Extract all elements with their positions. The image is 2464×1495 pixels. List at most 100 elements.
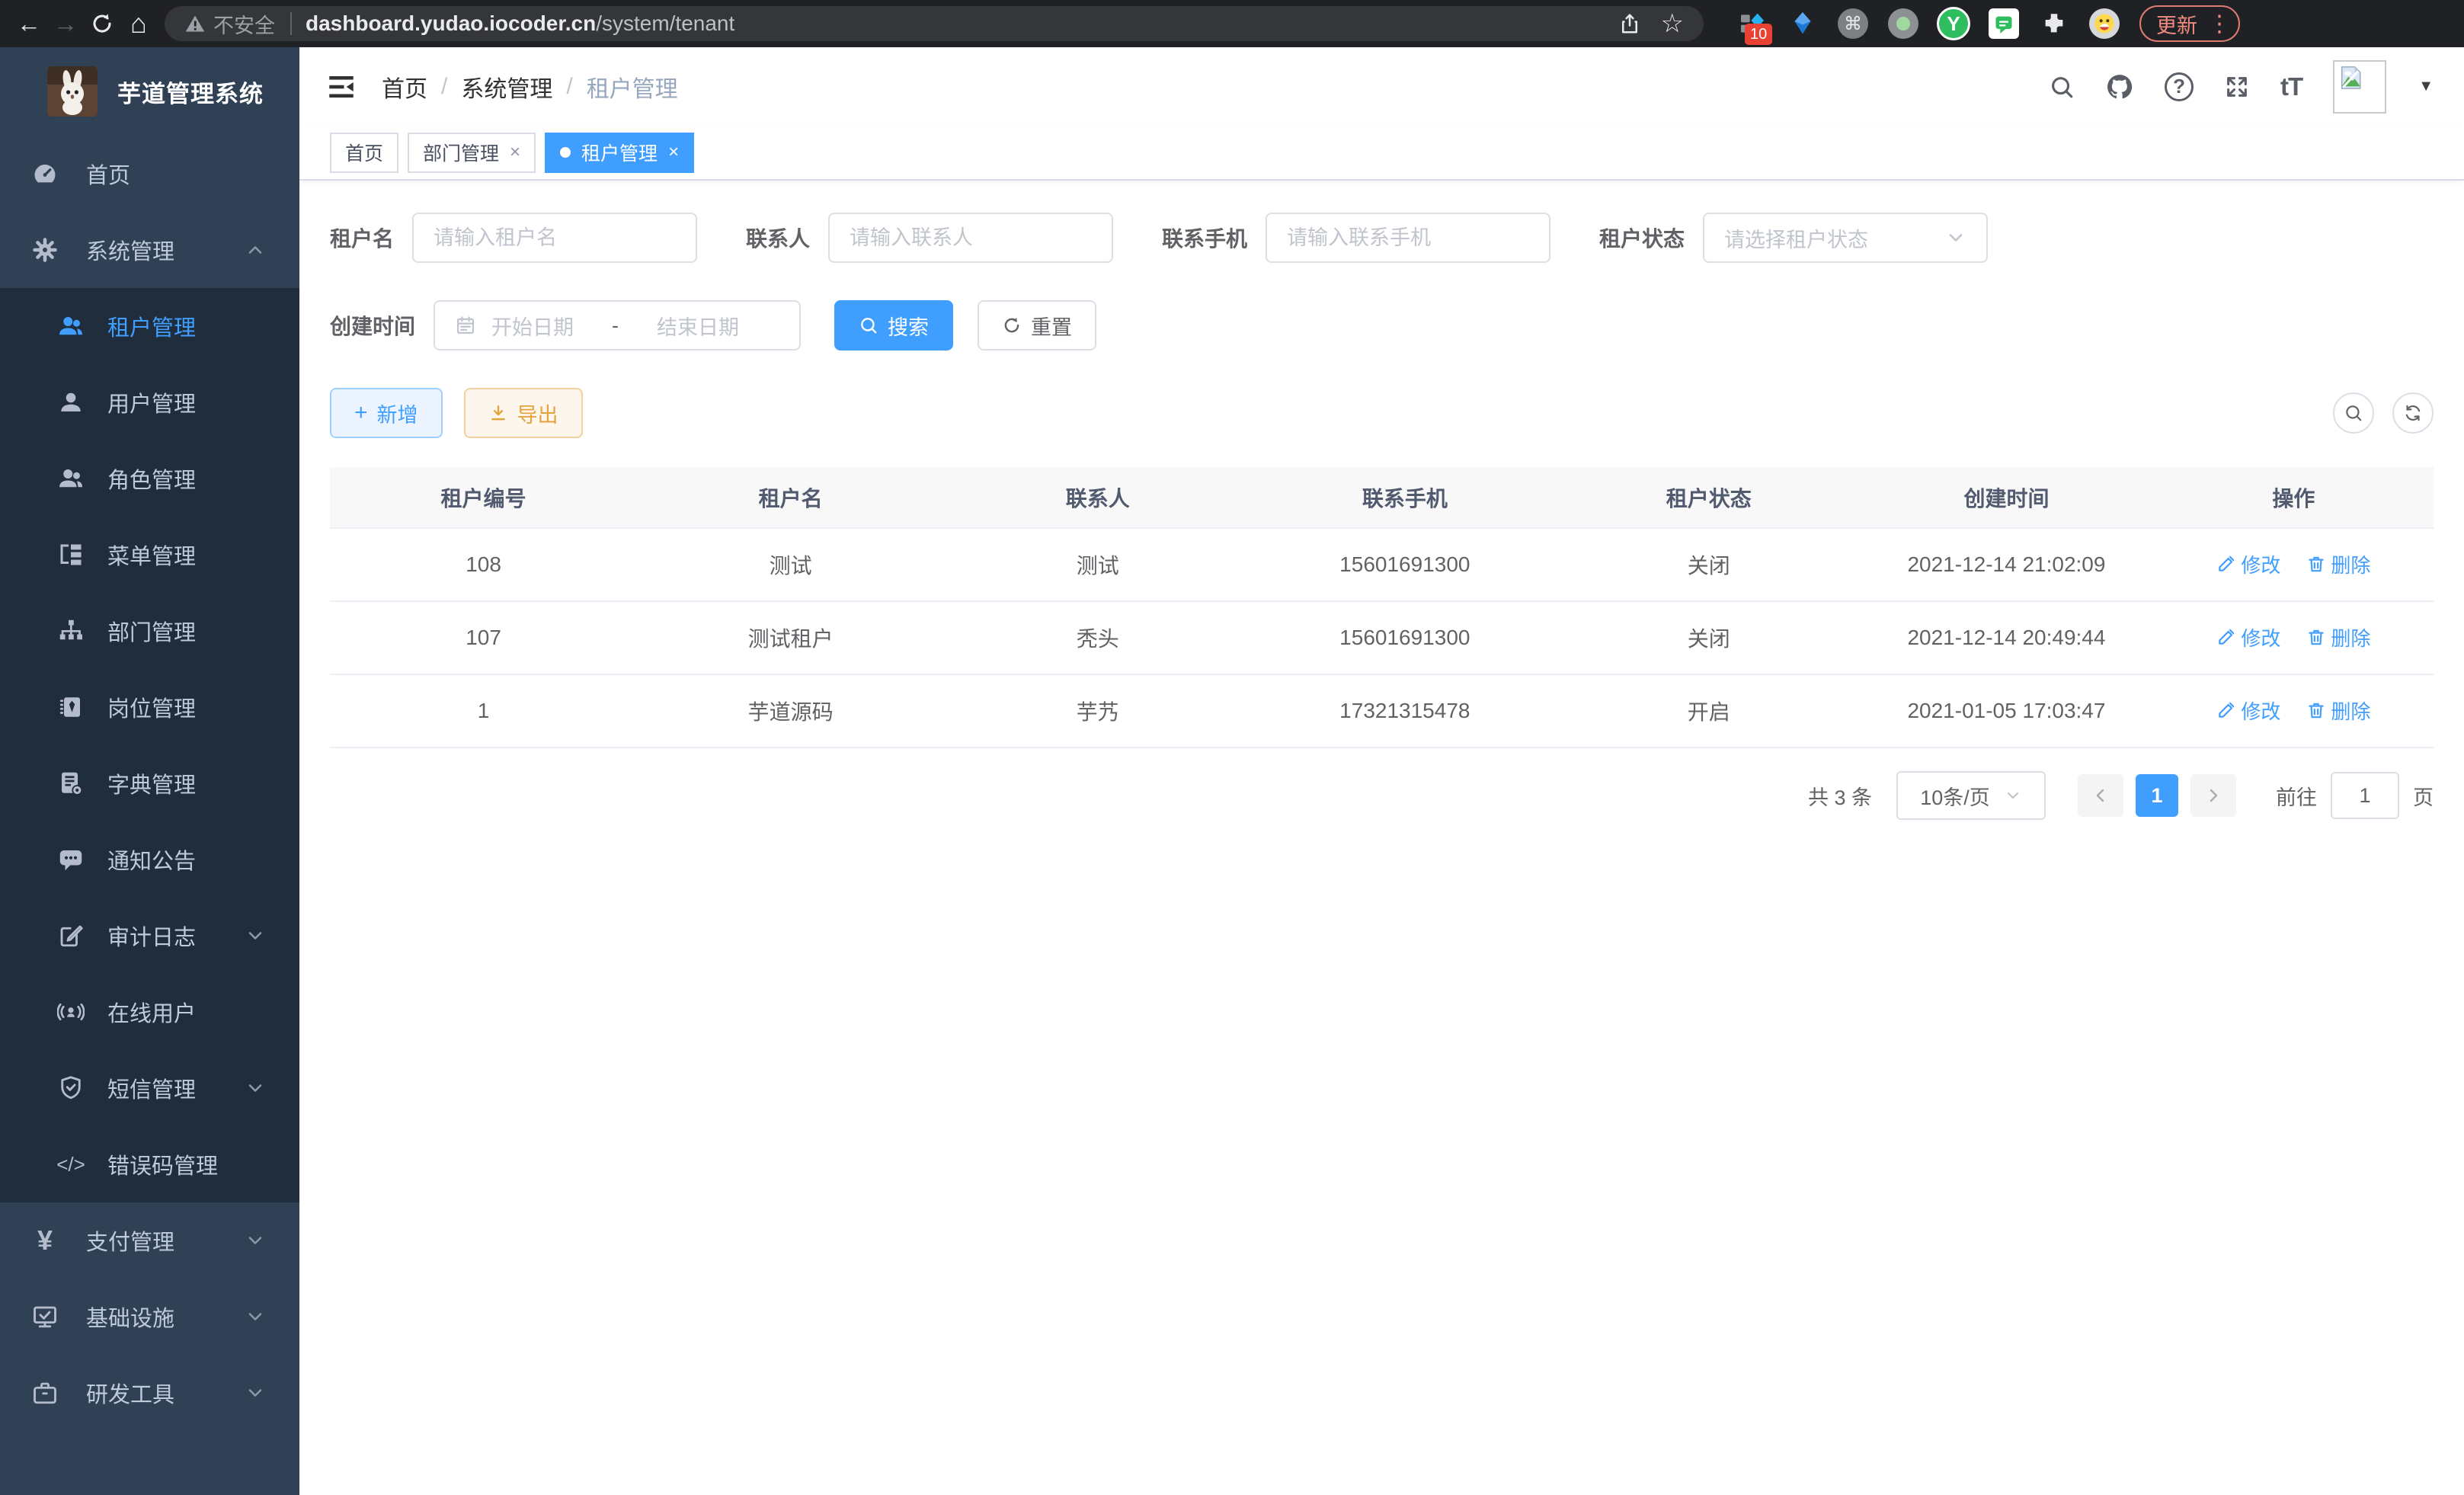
infrastructure-icon [31,1303,59,1330]
cell-contact: 测试 [944,528,1251,601]
tab-tenant[interactable]: 租户管理 × [545,133,694,173]
breadcrumb-current: 租户管理 [587,70,678,104]
browser-update-button[interactable]: 更新 ⋮ [2139,5,2240,42]
sidebar-item-dict[interactable]: 字典管理 [0,745,299,821]
sidebar-item-user[interactable]: 用户管理 [0,364,299,440]
add-button[interactable]: + 新增 [330,388,443,438]
sidebar-item-sms[interactable]: 短信管理 [0,1050,299,1126]
fullscreen-icon[interactable] [2224,74,2250,100]
browser-reload-button[interactable] [84,5,120,42]
search-button[interactable]: 搜索 [834,300,953,351]
trash-icon [2306,554,2326,574]
not-secure-label[interactable]: 不安全 [213,9,275,39]
extension-command-icon[interactable]: ⌘ [1836,7,1870,40]
end-date-placeholder[interactable]: 结束日期 [657,311,739,341]
export-button[interactable]: 导出 [464,388,583,438]
edit-link[interactable]: 修改 [2216,550,2280,578]
sidebar-item-post[interactable]: 岗位管理 [0,669,299,745]
address-bar[interactable]: 不安全 dashboard.yudao.iocoder.cn/system/te… [165,6,1704,41]
sidebar-item-infra[interactable]: 基础设施 [0,1279,299,1355]
toggle-search-button[interactable] [2333,392,2374,434]
sidebar-item-home[interactable]: 首页 [0,136,299,212]
calendar-icon [455,315,476,336]
date-range-picker[interactable]: 开始日期 - 结束日期 [434,300,801,351]
breadcrumb-system[interactable]: 系统管理 [461,70,552,104]
reset-button[interactable]: 重置 [978,300,1096,351]
edit-label: 修改 [2241,696,2280,725]
search-label: 搜索 [888,311,929,341]
tab-home[interactable]: 首页 [330,133,398,173]
sidebar-item-audit-log[interactable]: 审计日志 [0,898,299,974]
col-status: 租户状态 [1558,467,1859,528]
col-created: 创建时间 [1859,467,2154,528]
tab-dept[interactable]: 部门管理 × [408,133,536,173]
sidebar-item-tenant[interactable]: 租户管理 [0,288,299,364]
sidebar-item-role[interactable]: 角色管理 [0,440,299,517]
delete-link[interactable]: 删除 [2306,696,2370,725]
announcement-icon [57,846,85,873]
sidebar-logo-row[interactable]: 芋道管理系统 [0,47,299,136]
sidebar-item-menu[interactable]: 菜单管理 [0,517,299,593]
font-size-icon[interactable]: tT [2280,72,2302,101]
sidebar-item-dev-tools[interactable]: 研发工具 [0,1355,299,1431]
extension-kite-icon[interactable] [1786,7,1819,40]
close-icon[interactable]: × [510,142,520,163]
extension-y-icon[interactable]: Y [1937,7,1970,40]
field-label: 租户名 [330,222,394,253]
mobile-input[interactable] [1287,226,1529,250]
page-url[interactable]: dashboard.yudao.iocoder.cn/system/tenant [306,11,734,36]
breadcrumb: 首页 / 系统管理 / 租户管理 [382,70,678,104]
cell-contact: 芋艿 [944,674,1251,748]
prev-page-button[interactable] [2078,774,2123,817]
extension-emoji-icon[interactable] [2088,7,2121,40]
avatar[interactable] [2333,60,2386,114]
status-select[interactable]: 请选择租户状态 [1703,213,1988,263]
tab-label: 部门管理 [423,139,499,166]
refresh-table-button[interactable] [2392,392,2434,434]
sidebar-item-notice[interactable]: 通知公告 [0,821,299,898]
page-number-1[interactable]: 1 [2136,774,2178,817]
sidebar-item-dept[interactable]: 部门管理 [0,593,299,669]
cell-name: 测试 [637,528,944,601]
sidebar-item-system[interactable]: 系统管理 [0,212,299,288]
github-icon[interactable] [2105,72,2134,101]
tenant-name-input[interactable] [434,226,676,250]
extension-tabs-icon[interactable]: 10 [1736,7,1769,40]
share-icon[interactable] [1618,12,1641,35]
extension-chat-icon[interactable] [1987,7,2021,40]
browser-home-button[interactable]: ⌂ [120,5,157,42]
extension-recorder-icon[interactable] [1886,7,1920,40]
avatar-caret-icon[interactable]: ▼ [2418,78,2434,95]
extensions-puzzle-icon[interactable] [2037,7,2071,40]
sidebar-item-online-users[interactable]: 在线用户 [0,974,299,1050]
page-size-select[interactable]: 10条/页 [1896,771,2046,820]
cell-created: 2021-12-14 20:49:44 [1859,601,2154,674]
goto-page-input[interactable] [2331,772,2399,819]
table-header-row: 租户编号 租户名 联系人 联系手机 租户状态 创建时间 操作 [330,467,2434,528]
browser-back-button[interactable]: ← [11,5,47,42]
delete-link[interactable]: 删除 [2306,623,2370,651]
delete-link[interactable]: 删除 [2306,550,2370,578]
col-actions: 操作 [2154,467,2434,528]
goto-label: 前往 [2276,781,2317,811]
search-icon[interactable] [2049,74,2075,100]
sidebar-item-payment[interactable]: ¥ 支付管理 [0,1202,299,1279]
sidebar-collapse-button[interactable] [324,69,359,104]
next-page-button[interactable] [2190,774,2236,817]
dictionary-icon [57,770,85,797]
browser-menu-icon[interactable]: ⋮ [2208,11,2231,37]
edit-link[interactable]: 修改 [2216,696,2280,725]
edit-link[interactable]: 修改 [2216,623,2280,651]
start-date-placeholder[interactable]: 开始日期 [491,311,574,341]
tenant-table: 租户编号 租户名 联系人 联系手机 租户状态 创建时间 操作 108 测试 测试 [330,467,2434,748]
bookmark-star-icon[interactable]: ☆ [1661,8,1684,39]
sidebar-item-error-code[interactable]: </> 错误码管理 [0,1126,299,1202]
toolbox-icon [31,1379,59,1407]
delete-label: 删除 [2331,696,2370,725]
close-icon[interactable]: × [668,142,679,163]
browser-forward-button[interactable]: → [47,5,84,42]
contact-input[interactable] [850,226,1092,250]
cell-status: 关闭 [1558,601,1859,674]
help-icon[interactable]: ? [2165,72,2194,101]
breadcrumb-home[interactable]: 首页 [382,70,427,104]
